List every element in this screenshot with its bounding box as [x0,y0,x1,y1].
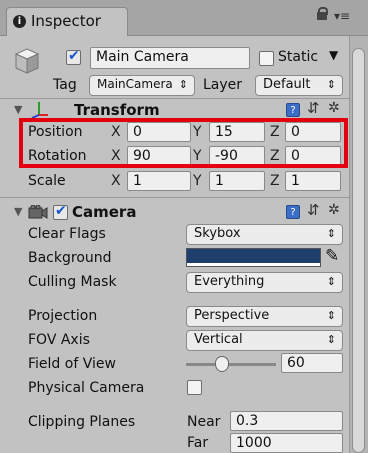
help-icon[interactable]: ? [286,103,300,117]
far-field[interactable]: 1000 [230,433,343,453]
camera-icon [28,205,48,219]
layer-label: Layer [203,77,243,93]
highlight-box [19,118,348,168]
transform-axes-icon [31,102,48,119]
camera-enabled-checkbox[interactable] [53,203,68,220]
culling-mask-label: Culling Mask [28,274,117,290]
fov-axis-label: FOV Axis [28,332,90,348]
chevron-updown-icon: ⇕ [326,275,336,288]
culling-mask-value: Everything [194,274,265,289]
cube-icon [14,46,40,76]
axis-z-label: Z [270,173,280,189]
fov-value-field[interactable]: 60 [281,353,343,373]
scale-y-field[interactable]: 1 [209,171,265,191]
axis-x-label: X [111,173,121,189]
gear-icon[interactable]: ✲ [328,100,340,116]
far-label: Far [187,435,209,451]
tab-label: Inspector [31,12,101,30]
sliders-icon[interactable]: ⇵ [307,99,320,117]
fov-slider-track[interactable] [186,363,276,366]
tag-label: Tag [53,77,77,93]
active-checkbox[interactable] [66,48,81,65]
projection-value: Perspective [194,308,270,323]
physical-camera-label: Physical Camera [28,380,145,396]
clipping-planes-label: Clipping Planes [28,414,136,430]
chevron-updown-icon: ⇕ [326,227,336,240]
eyedropper-icon[interactable]: ✎ [325,246,339,266]
clear-flags-dropdown[interactable]: Skybox ⇕ [186,224,343,245]
culling-mask-dropdown[interactable]: Everything ⇕ [186,272,343,293]
fov-slider-thumb[interactable] [215,356,229,372]
divider [0,197,349,198]
transform-title: Transform [74,101,160,119]
projection-dropdown[interactable]: Perspective ⇕ [186,306,343,327]
tag-dropdown[interactable]: MainCamera ⇕ [89,75,195,96]
background-color-field[interactable] [186,248,321,267]
scale-label: Scale [28,173,66,189]
background-label: Background [28,250,112,266]
axis-y-label: Y [193,173,202,189]
chevron-updown-icon: ⇕ [326,309,336,322]
layer-dropdown[interactable]: Default ⇕ [255,75,343,96]
scrollbar-thumb[interactable] [352,48,365,453]
help-icon[interactable]: ? [286,205,300,219]
clear-flags-value: Skybox [194,226,241,241]
menu-icon[interactable]: ▾≡ [334,9,350,23]
sliders-icon[interactable]: ⇵ [307,201,320,219]
static-checkbox[interactable] [259,51,274,66]
static-dropdown-arrow[interactable]: ▼ [329,48,338,62]
physical-camera-checkbox[interactable] [187,380,202,395]
foldout-arrow-icon[interactable]: ▼ [14,103,22,116]
near-field[interactable]: 0.3 [230,411,343,431]
field-of-view-label: Field of View [28,356,116,372]
fov-axis-dropdown[interactable]: Vertical ⇕ [186,330,343,351]
chevron-updown-icon: ⇕ [326,333,336,346]
scale-z-field[interactable]: 1 [285,171,341,191]
scale-x-field[interactable]: 1 [127,171,191,191]
static-label: Static [278,49,319,65]
chevron-updown-icon: ⇕ [326,78,336,91]
tag-value: MainCamera [97,77,173,91]
tab-inspector[interactable]: i Inspector [6,7,128,36]
fov-axis-value: Vertical [194,332,243,347]
clear-flags-label: Clear Flags [28,226,106,242]
foldout-arrow-icon[interactable]: ▼ [14,205,22,218]
lock-icon[interactable] [317,7,328,20]
camera-header[interactable]: ▼ Camera ? ⇵ ✲ [0,201,349,225]
name-field[interactable]: Main Camera [90,47,250,69]
near-label: Near [187,414,221,430]
chevron-updown-icon: ⇕ [178,78,188,91]
camera-title: Camera [72,203,137,221]
layer-value: Default [263,77,311,92]
projection-label: Projection [28,308,98,324]
gear-icon[interactable]: ✲ [328,202,340,218]
info-icon: i [13,15,26,28]
